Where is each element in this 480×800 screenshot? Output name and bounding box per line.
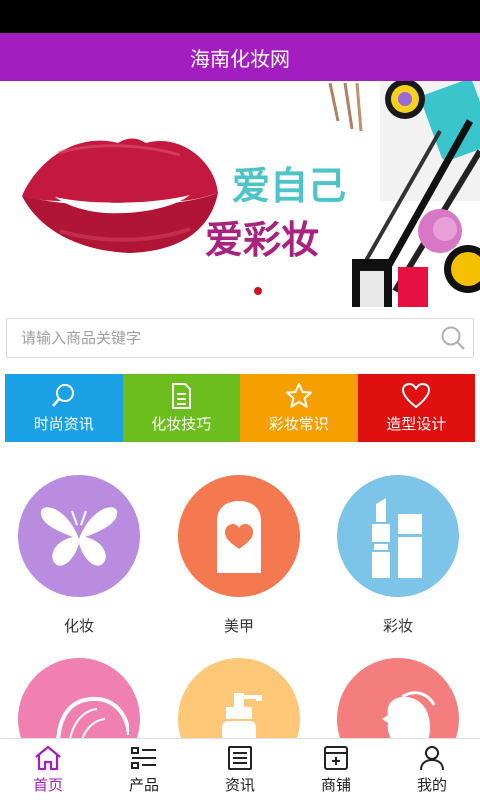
search-icon[interactable] <box>433 319 473 357</box>
banner-page-dot[interactable] <box>254 287 262 295</box>
document-icon <box>167 382 195 410</box>
quick-nav-label: 造型设计 <box>386 415 447 433</box>
banner-text-line2: 爱彩妆 <box>205 218 319 262</box>
bottom-nav-label: 产品 <box>128 776 159 794</box>
quick-nav-label: 化妆技巧 <box>151 415 212 433</box>
user-icon <box>418 744 446 772</box>
category-cosmetics[interactable]: 彩妆 <box>337 475 459 635</box>
bottom-nav-label: 首页 <box>32 776 63 794</box>
app-title-bar: 海南化妆网 <box>0 33 480 81</box>
bottom-nav-shops[interactable]: 商铺 <box>288 739 384 800</box>
makeup-tools-image <box>328 81 480 307</box>
bottom-nav-label: 商铺 <box>320 776 351 794</box>
quick-nav-styling-design[interactable]: 造型设计 <box>357 374 475 442</box>
bottom-nav-label: 资讯 <box>224 776 255 794</box>
category-makeup[interactable]: 化妆 <box>18 475 140 635</box>
category-label: 彩妆 <box>382 617 413 635</box>
shop-icon <box>322 744 350 772</box>
app-title: 海南化妆网 <box>190 46 290 71</box>
star-icon <box>285 382 313 410</box>
category-nail[interactable]: 美甲 <box>178 475 300 635</box>
bottom-nav-profile[interactable]: 我的 <box>384 739 480 800</box>
promo-banner[interactable]: 爱自己 爱彩妆 <box>0 81 480 307</box>
nail-icon <box>178 475 300 597</box>
lipstick-icon <box>337 475 459 597</box>
home-icon <box>34 744 62 772</box>
quick-nav: 时尚资讯 化妆技巧 彩妆常识 造型设计 <box>5 374 475 442</box>
search-icon <box>50 382 78 410</box>
bottom-nav-news[interactable]: 资讯 <box>192 739 288 800</box>
banner-text-line1: 爱自己 <box>232 164 346 208</box>
search-input[interactable] <box>7 319 433 357</box>
bottom-nav: 首页 产品 资讯 商铺 我的 <box>0 738 480 800</box>
bottom-nav-label: 我的 <box>416 776 447 794</box>
bottom-nav-products[interactable]: 产品 <box>96 739 192 800</box>
category-label: 美甲 <box>223 617 254 635</box>
heart-icon <box>401 382 431 410</box>
status-bar <box>0 0 480 33</box>
list-icon <box>130 744 158 772</box>
quick-nav-label: 彩妆常识 <box>268 415 329 433</box>
quick-nav-makeup-tips[interactable]: 化妆技巧 <box>122 374 240 442</box>
lips-image <box>22 138 218 253</box>
search-bar[interactable] <box>6 318 474 358</box>
butterfly-icon <box>18 475 140 597</box>
news-icon <box>226 744 254 772</box>
quick-nav-makeup-knowledge[interactable]: 彩妆常识 <box>240 374 358 442</box>
quick-nav-label: 时尚资讯 <box>33 415 94 433</box>
bottom-nav-home[interactable]: 首页 <box>0 739 96 800</box>
quick-nav-fashion-news[interactable]: 时尚资讯 <box>5 374 123 442</box>
category-label: 化妆 <box>63 617 94 635</box>
